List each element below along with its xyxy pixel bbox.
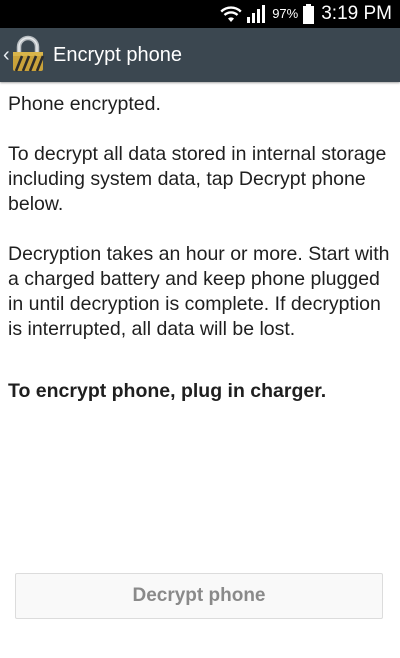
battery-percent: 97% [272, 6, 299, 21]
charger-notice-text: To encrypt phone, plug in charger. [8, 380, 327, 402]
signal-icon [247, 5, 266, 23]
status-icons: 97% 3:19 PM [220, 0, 392, 28]
decryption-warning-text: Decryption takes an hour or more. Start … [8, 243, 390, 340]
status-bar: 97% 3:19 PM [0, 0, 400, 28]
lock-icon [10, 35, 46, 78]
action-bar: ‹ Encrypt phone [0, 28, 400, 82]
back-chevron-icon: ‹ [3, 44, 10, 66]
page-title: Encrypt phone [53, 44, 182, 66]
wifi-icon [220, 5, 242, 23]
clock: 3:19 PM [321, 3, 392, 24]
decrypt-instructions-text: To decrypt all data stored in internal s… [8, 143, 387, 215]
content-area: Phone encrypted. To decrypt all data sto… [8, 92, 392, 429]
up-navigation-button[interactable]: ‹ [0, 28, 50, 82]
battery-icon [303, 4, 315, 24]
encryption-status-text: Phone encrypted. [8, 93, 161, 115]
decrypt-phone-button[interactable]: Decrypt phone [15, 573, 383, 619]
